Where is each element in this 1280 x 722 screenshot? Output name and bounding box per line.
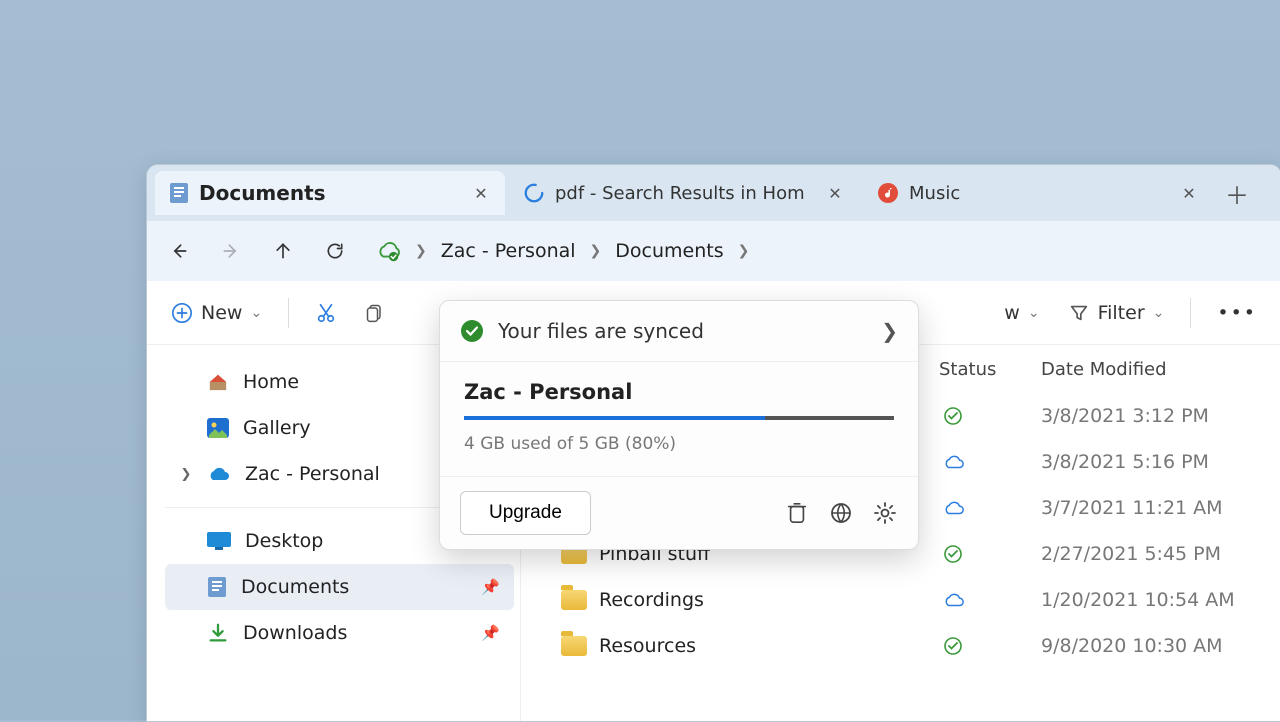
document-icon bbox=[207, 576, 227, 598]
filter-button[interactable]: Filter ⌄ bbox=[1060, 296, 1173, 330]
copy-button[interactable] bbox=[357, 296, 393, 330]
modified-date: 3/8/2021 3:12 PM bbox=[1019, 405, 1209, 427]
download-icon bbox=[207, 622, 229, 644]
tab-label: Music bbox=[909, 183, 960, 204]
sidebar-item-label: Desktop bbox=[245, 530, 323, 552]
column-status[interactable]: Status bbox=[919, 359, 1019, 380]
modified-date: 3/8/2021 5:16 PM bbox=[1019, 451, 1209, 473]
file-name: Recordings bbox=[599, 589, 704, 611]
popup-body: Zac - Personal 4 GB used of 5 GB (80%) bbox=[440, 362, 918, 476]
chevron-down-icon: ⌄ bbox=[250, 305, 262, 321]
cloud-icon bbox=[943, 500, 965, 516]
more-button[interactable]: ••• bbox=[1209, 296, 1265, 330]
folder-icon bbox=[561, 590, 587, 610]
modified-date: 3/7/2021 11:21 AM bbox=[1019, 497, 1223, 519]
chevron-right-icon: ❯ bbox=[415, 243, 427, 259]
view-label-fragment: w bbox=[1004, 302, 1020, 324]
storage-usage-text: 4 GB used of 5 GB (80%) bbox=[464, 434, 894, 454]
tab-music[interactable]: Music ✕ bbox=[863, 171, 1213, 215]
breadcrumb-root[interactable]: Zac - Personal bbox=[441, 240, 576, 262]
chevron-down-icon: ⌄ bbox=[1028, 305, 1040, 321]
synced-icon bbox=[943, 406, 963, 426]
music-icon bbox=[877, 182, 899, 204]
pin-icon[interactable]: 📌 bbox=[481, 624, 500, 642]
chevron-right-icon: ❯ bbox=[881, 319, 898, 343]
sidebar-item-downloads[interactable]: Downloads 📌 bbox=[165, 610, 514, 656]
pin-icon[interactable]: 📌 bbox=[481, 578, 500, 596]
tab-search-pdf[interactable]: pdf - Search Results in Hom ✕ bbox=[509, 171, 859, 215]
divider bbox=[1190, 298, 1191, 328]
filter-label: Filter bbox=[1098, 302, 1145, 324]
new-button[interactable]: New ⌄ bbox=[163, 296, 270, 330]
popup-footer: Upgrade bbox=[440, 476, 918, 549]
sidebar-item-label: Zac - Personal bbox=[245, 463, 380, 485]
close-icon[interactable]: ✕ bbox=[471, 184, 491, 203]
sync-status-popup: Your files are synced ❯ Zac - Personal 4… bbox=[439, 300, 919, 550]
folder-icon bbox=[561, 636, 587, 656]
refresh-button[interactable] bbox=[313, 229, 357, 273]
close-icon[interactable]: ✕ bbox=[825, 184, 845, 203]
tab-documents[interactable]: Documents ✕ bbox=[155, 171, 505, 215]
desktop-icon bbox=[207, 532, 231, 550]
chevron-right-icon: ❯ bbox=[738, 243, 750, 259]
document-icon bbox=[169, 182, 189, 204]
table-row[interactable]: Resources 9/8/2020 10:30 AM bbox=[521, 623, 1280, 669]
popup-header[interactable]: Your files are synced ❯ bbox=[440, 301, 918, 362]
storage-bar bbox=[464, 416, 894, 420]
sidebar-item-documents[interactable]: Documents 📌 bbox=[165, 564, 514, 610]
onedrive-icon bbox=[207, 466, 231, 482]
modified-date: 9/8/2020 10:30 AM bbox=[1019, 635, 1223, 657]
gallery-icon bbox=[207, 418, 229, 438]
sidebar-item-label: Downloads bbox=[243, 622, 347, 644]
check-circle-icon bbox=[460, 319, 484, 343]
back-button[interactable] bbox=[157, 229, 201, 273]
synced-icon bbox=[943, 636, 963, 656]
gear-icon[interactable] bbox=[872, 500, 898, 526]
table-row[interactable]: Recordings 1/20/2021 10:54 AM bbox=[521, 577, 1280, 623]
storage-bar-fill bbox=[464, 416, 765, 420]
new-label: New bbox=[201, 302, 242, 324]
loading-spinner-icon bbox=[523, 182, 545, 204]
address-bar: ❯ Zac - Personal ❯ Documents ❯ bbox=[147, 221, 1280, 281]
up-button[interactable] bbox=[261, 229, 305, 273]
tab-label: Documents bbox=[199, 181, 326, 205]
new-tab-button[interactable]: ＋ bbox=[1217, 176, 1257, 211]
account-name: Zac - Personal bbox=[464, 380, 894, 404]
chevron-right-icon: ❯ bbox=[590, 243, 602, 259]
tab-bar: Documents ✕ pdf - Search Results in Hom … bbox=[147, 165, 1280, 221]
globe-icon[interactable] bbox=[828, 500, 854, 526]
upgrade-button[interactable]: Upgrade bbox=[460, 491, 591, 535]
breadcrumb[interactable]: ❯ Zac - Personal ❯ Documents ❯ bbox=[365, 229, 1271, 273]
cloud-sync-icon bbox=[375, 240, 401, 262]
sync-status-text: Your files are synced bbox=[498, 319, 704, 343]
home-icon bbox=[207, 372, 229, 392]
sidebar-item-label: Home bbox=[243, 371, 299, 393]
view-button[interactable]: w ⌄ bbox=[996, 296, 1047, 330]
sidebar-item-label: Gallery bbox=[243, 417, 311, 439]
forward-button[interactable] bbox=[209, 229, 253, 273]
column-modified[interactable]: Date Modified bbox=[1019, 359, 1167, 380]
file-name: Resources bbox=[599, 635, 696, 657]
breadcrumb-leaf[interactable]: Documents bbox=[615, 240, 723, 262]
tab-label: pdf - Search Results in Hom bbox=[555, 183, 805, 204]
cloud-icon bbox=[943, 592, 965, 608]
chevron-down-icon: ⌄ bbox=[1153, 305, 1165, 321]
close-icon[interactable]: ✕ bbox=[1179, 184, 1199, 203]
recycle-bin-icon[interactable] bbox=[784, 500, 810, 526]
synced-icon bbox=[943, 544, 963, 564]
divider bbox=[288, 298, 289, 328]
chevron-right-icon[interactable]: ❯ bbox=[179, 467, 193, 482]
sidebar-item-label: Documents bbox=[241, 576, 349, 598]
modified-date: 1/20/2021 10:54 AM bbox=[1019, 589, 1235, 611]
cloud-icon bbox=[943, 454, 965, 470]
cut-button[interactable] bbox=[307, 296, 345, 330]
modified-date: 2/27/2021 5:45 PM bbox=[1019, 543, 1221, 565]
